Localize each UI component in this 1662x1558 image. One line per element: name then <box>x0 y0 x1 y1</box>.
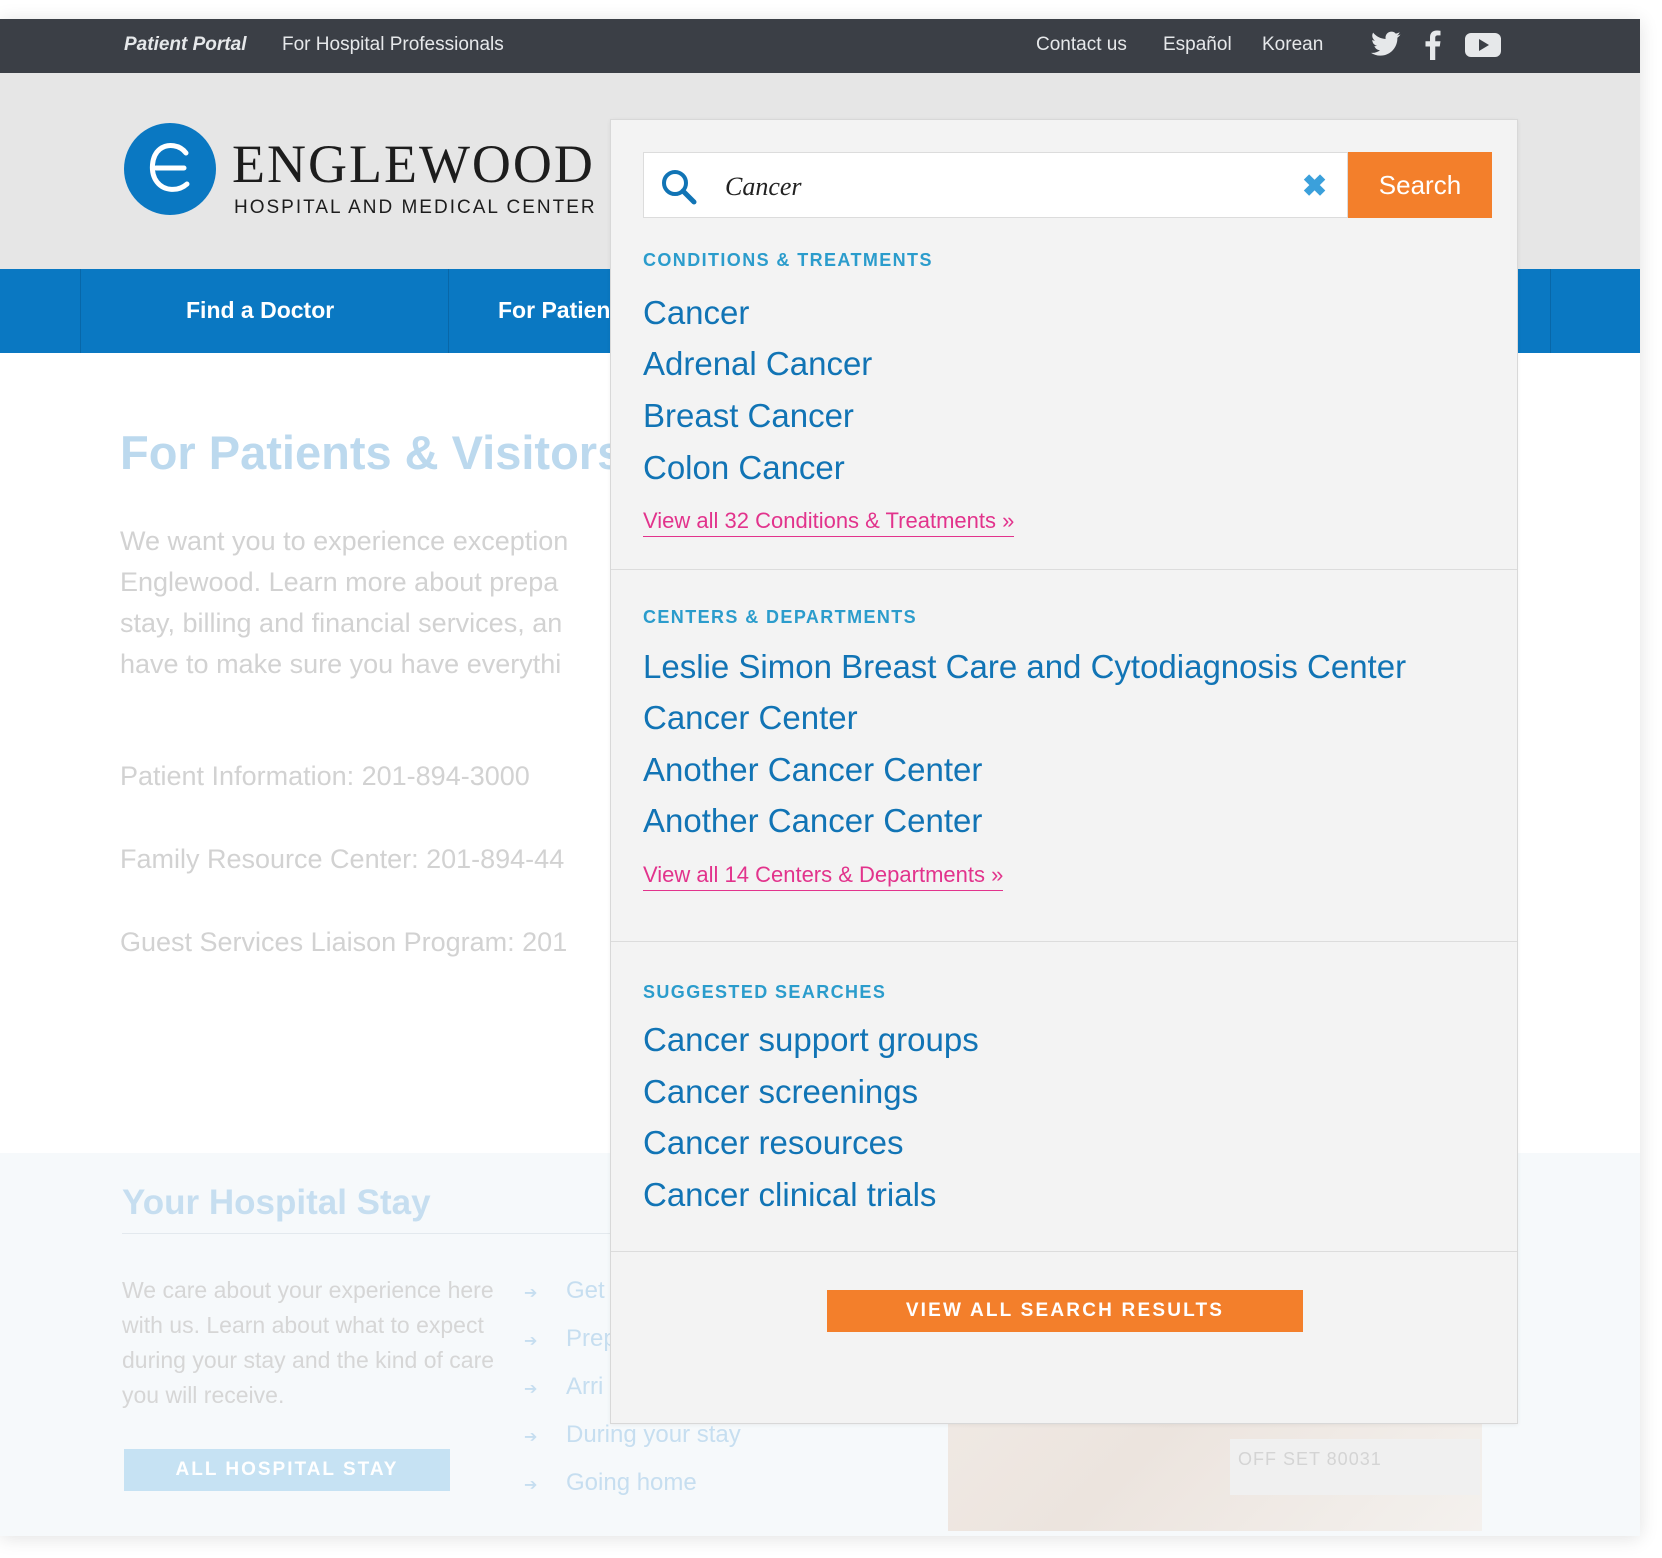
search-dropdown: Cancer ✖ Search CONDITIONS & TREATMENTS … <box>610 119 1518 1424</box>
suggested-searches-heading: SUGGESTED SEARCHES <box>643 982 887 1002</box>
logo-name: ENGLEWOOD <box>232 134 595 194</box>
search-input[interactable]: Cancer <box>725 172 802 202</box>
search-field[interactable]: Cancer ✖ <box>643 152 1348 218</box>
center-result[interactable]: Another Cancer Center <box>643 802 982 840</box>
intro-line: Englewood. Learn more about prepa <box>120 567 559 597</box>
section-divider <box>611 569 1517 570</box>
logo-subtitle: HOSPITAL AND MEDICAL CENTER <box>234 197 597 218</box>
hospital-stay-text: We care about your experience here with … <box>122 1277 495 1408</box>
suggested-search[interactable]: Cancer clinical trials <box>643 1176 936 1214</box>
center-result[interactable]: Cancer Center <box>643 699 858 737</box>
suggested-search[interactable]: Cancer screenings <box>643 1073 918 1111</box>
nav-divider <box>1550 269 1551 353</box>
contact-link[interactable]: Contact us <box>1036 34 1127 56</box>
twitter-icon[interactable] <box>1371 30 1401 63</box>
arrow-right-icon: ➔ <box>524 1333 538 1350</box>
arrow-right-icon: ➔ <box>524 1381 538 1398</box>
nav-item-find-a-doctor[interactable]: Find a Doctor <box>186 297 334 324</box>
conditions-heading: CONDITIONS & TREATMENTS <box>643 250 933 270</box>
center-result[interactable]: Another Cancer Center <box>643 751 982 789</box>
condition-result[interactable]: Colon Cancer <box>643 449 845 487</box>
guest-services-phone: Guest Services Liaison Program: 201 <box>120 927 568 957</box>
centers-heading: CENTERS & DEPARTMENTS <box>643 607 918 627</box>
youtube-icon[interactable] <box>1465 30 1501 65</box>
intro-line: have to make sure you have everythi <box>120 649 562 679</box>
utility-bar: Patient Portal For Hospital Professional… <box>0 19 1640 73</box>
facebook-icon[interactable] <box>1425 30 1441 65</box>
page-title: For Patients & Visitors <box>120 426 624 479</box>
hospital-professionals-link[interactable]: For Hospital Professionals <box>282 34 504 56</box>
view-all-search-results-button[interactable]: VIEW ALL SEARCH RESULTS <box>827 1290 1303 1332</box>
clear-icon[interactable]: ✖ <box>1302 169 1327 204</box>
list-item[interactable]: ➔ Going home <box>524 1469 741 1517</box>
suggested-search[interactable]: Cancer resources <box>643 1124 903 1162</box>
family-resource-phone: Family Resource Center: 201-894-44 <box>120 844 565 874</box>
list-item[interactable]: ➔ During your stay <box>524 1421 741 1469</box>
englewood-logo-icon[interactable] <box>124 123 216 215</box>
patient-information-phone: Patient Information: 201-894-3000 <box>120 761 530 791</box>
nav-divider <box>80 269 81 353</box>
view-all-centers-link[interactable]: View all 14 Centers & Departments » <box>643 862 1004 891</box>
arrow-right-icon: ➔ <box>524 1429 538 1446</box>
intro-line: We want you to experience exception <box>120 526 569 556</box>
condition-result[interactable]: Adrenal Cancer <box>643 345 872 383</box>
photo-tag-text: OFF SET 80031 <box>1238 1449 1382 1469</box>
korean-link[interactable]: Korean <box>1262 34 1323 56</box>
intro-line: stay, billing and financial services, an <box>120 608 563 638</box>
nav-divider <box>448 269 449 353</box>
arrow-right-icon: ➔ <box>524 1477 538 1494</box>
center-result[interactable]: Leslie Simon Breast Care and Cytodiagnos… <box>643 648 1406 686</box>
all-hospital-stay-button[interactable]: ALL HOSPITAL STAY <box>124 1449 450 1491</box>
hospital-stay-title: Your Hospital Stay <box>122 1183 431 1222</box>
condition-result[interactable]: Cancer <box>643 294 749 332</box>
browser-page: Patient Portal For Hospital Professional… <box>0 19 1640 1536</box>
section-divider <box>611 941 1517 942</box>
section-divider <box>122 1233 622 1234</box>
patient-portal-link[interactable]: Patient Portal <box>124 34 246 56</box>
view-all-conditions-link[interactable]: View all 32 Conditions & Treatments » <box>643 508 1015 537</box>
search-icon <box>662 170 697 205</box>
espanol-link[interactable]: Español <box>1163 34 1232 56</box>
section-divider <box>611 1251 1517 1252</box>
search-button[interactable]: Search <box>1348 152 1492 218</box>
intro-text: We want you to experience exception Engl… <box>120 521 640 685</box>
condition-result[interactable]: Breast Cancer <box>643 397 854 435</box>
arrow-right-icon: ➔ <box>524 1285 538 1302</box>
suggested-search[interactable]: Cancer support groups <box>643 1021 979 1059</box>
